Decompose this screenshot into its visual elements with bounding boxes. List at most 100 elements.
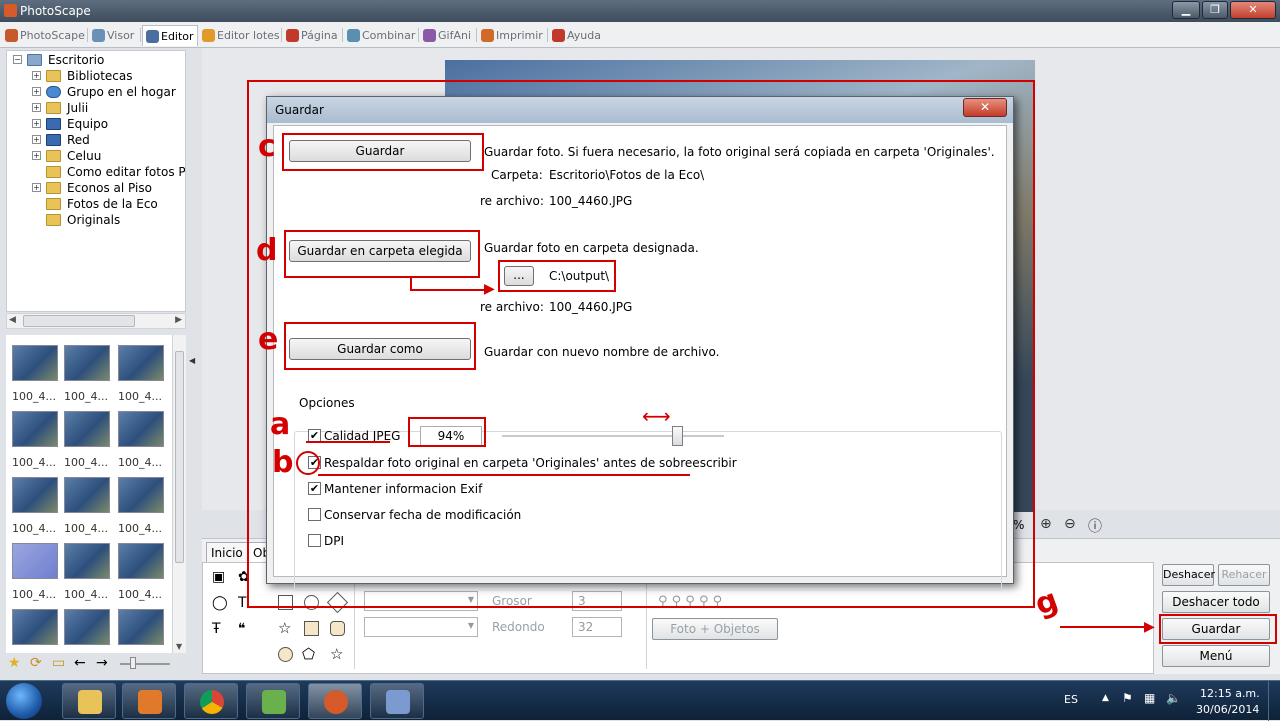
tree-item-grupo-hogar[interactable]: Grupo en el hogar	[67, 84, 176, 100]
forward-icon[interactable]: →	[96, 655, 108, 671]
volume-icon[interactable]: 🔈	[1166, 691, 1181, 705]
taskbar-app[interactable]	[246, 683, 300, 719]
taskbar-paint[interactable]	[370, 683, 424, 719]
rehacer-button[interactable]: Rehacer	[1218, 564, 1270, 586]
photo-thumbnail[interactable]	[64, 609, 110, 645]
close-window-button[interactable]: ✕	[1230, 1, 1276, 19]
scroll-right-icon[interactable]: ▶	[175, 315, 182, 325]
folder-tree[interactable]: − Escritorio + Bibliotecas + Grupo en el…	[6, 50, 186, 312]
folder-open-icon[interactable]: ▭	[52, 655, 65, 671]
photo-thumbnail[interactable]	[118, 477, 164, 513]
tree-item-julii[interactable]: Julii	[67, 100, 88, 116]
quote-tool-icon[interactable]: ❝	[238, 621, 246, 637]
tab-inicio[interactable]: Inicio	[206, 542, 248, 562]
slider-thumb[interactable]	[130, 657, 136, 669]
speech-bubble-icon[interactable]: ◯	[212, 595, 228, 611]
maximize-button[interactable]: ❐	[1202, 1, 1228, 19]
taskbar-media-player[interactable]	[122, 683, 176, 719]
thumbnail-size-slider[interactable]	[120, 663, 170, 665]
redondo-input[interactable]: 32	[572, 617, 622, 637]
tab-ayuda[interactable]: Ayuda	[549, 25, 604, 46]
tree-item-celuu[interactable]: Celuu	[67, 148, 101, 164]
tree-item-originals[interactable]: Originals	[67, 212, 120, 228]
zoom-in-icon[interactable]: ⊕	[1040, 516, 1052, 532]
taskbar-photoscape[interactable]	[308, 683, 362, 719]
tree-item-escritorio[interactable]: Escritorio	[48, 52, 104, 68]
photo-thumbnail[interactable]	[64, 477, 110, 513]
clock-date[interactable]: 30/06/2014	[1196, 703, 1259, 716]
scroll-thumb[interactable]	[175, 351, 184, 563]
system-tray: ES ▲ ⚑ ▦ 🔈 12:15 a.m. 30/06/2014	[1060, 681, 1280, 721]
tree-item-red[interactable]: Red	[67, 132, 90, 148]
photo-thumbnail[interactable]	[118, 543, 164, 579]
pentagon-shape-icon[interactable]: ⬠	[302, 645, 315, 663]
language-indicator[interactable]: ES	[1064, 693, 1078, 706]
star-icon[interactable]: ★	[8, 655, 21, 671]
tree-item-bibliotecas[interactable]: Bibliotecas	[67, 68, 132, 84]
photo-thumbnail[interactable]	[64, 345, 110, 381]
photo-thumbnail[interactable]	[12, 609, 58, 645]
scroll-left-icon[interactable]: ◀	[9, 315, 16, 325]
show-hidden-icons-icon[interactable]: ▲	[1102, 693, 1109, 703]
taskbar-explorer[interactable]	[62, 683, 116, 719]
show-desktop-button[interactable]	[1268, 681, 1280, 721]
expand-icon[interactable]: +	[32, 87, 41, 96]
collapse-panel-icon[interactable]: ◀	[189, 356, 195, 365]
zoom-out-icon[interactable]: ⊖	[1064, 516, 1076, 532]
expand-icon[interactable]: +	[32, 183, 41, 192]
collapse-icon[interactable]: −	[13, 55, 22, 64]
star-outline-icon[interactable]: ☆	[330, 645, 343, 663]
tree-item-como-editar[interactable]: Como editar fotos Pho	[67, 164, 185, 180]
photo-thumbnail[interactable]	[118, 345, 164, 381]
network-icon[interactable]: ▦	[1144, 691, 1155, 705]
photo-thumbnail[interactable]	[12, 543, 58, 579]
menu-button[interactable]: Menú	[1162, 645, 1270, 667]
tab-pagina[interactable]: Página	[283, 25, 341, 46]
expand-icon[interactable]: +	[32, 103, 41, 112]
info-icon[interactable]: ⓘ	[1088, 516, 1102, 536]
tab-combinar[interactable]: Combinar	[344, 25, 418, 46]
windows-start-icon[interactable]	[6, 683, 42, 719]
tab-imprimir[interactable]: Imprimir	[478, 25, 546, 46]
tree-item-econos[interactable]: Econos al Piso	[67, 180, 152, 196]
deshacer-todo-button[interactable]: Deshacer todo	[1162, 591, 1270, 613]
photo-thumbnail[interactable]	[118, 609, 164, 645]
square-fill-icon[interactable]	[304, 621, 319, 636]
minimize-button[interactable]: ▁	[1172, 1, 1200, 19]
tree-item-fotos-eco[interactable]: Fotos de la Eco	[67, 196, 158, 212]
tree-horizontal-scrollbar[interactable]: ◀ ▶	[6, 313, 186, 329]
photo-thumbnail[interactable]	[64, 411, 110, 447]
foto-objetos-button[interactable]: Foto + Objetos	[652, 618, 778, 640]
deshacer-button[interactable]: Deshacer	[1162, 564, 1215, 586]
photo-thumbnail[interactable]	[118, 411, 164, 447]
rounded-rect-icon[interactable]	[330, 621, 345, 636]
photo-thumbnail[interactable]	[64, 543, 110, 579]
tab-photoscape[interactable]: PhotoScape	[2, 25, 88, 46]
thumbnail-vertical-scrollbar[interactable]: ▼	[172, 335, 186, 653]
expand-icon[interactable]: +	[32, 71, 41, 80]
font-tool-icon[interactable]: Ŧ	[212, 621, 221, 637]
tree-item-equipo[interactable]: Equipo	[67, 116, 108, 132]
clock-time[interactable]: 12:15 a.m.	[1200, 687, 1260, 700]
corner-style-select[interactable]: ▼	[364, 617, 478, 637]
tab-visor[interactable]: Visor	[89, 25, 137, 46]
photo-thumbnail[interactable]	[12, 345, 58, 381]
photo-thumbnail[interactable]	[12, 411, 58, 447]
image-tool-icon[interactable]: ▣	[212, 569, 225, 585]
tab-editor-lotes[interactable]: Editor lotes	[199, 25, 283, 46]
ellipse-shape-icon[interactable]	[278, 647, 293, 662]
expand-icon[interactable]: +	[32, 119, 41, 128]
photo-thumbnail[interactable]	[12, 477, 58, 513]
tab-gifani[interactable]: GifAni	[420, 25, 474, 46]
scroll-thumb[interactable]	[23, 315, 135, 327]
expand-icon[interactable]: +	[32, 135, 41, 144]
back-icon[interactable]: ←	[74, 655, 86, 671]
flag-icon[interactable]: ⚑	[1122, 691, 1133, 705]
expand-icon[interactable]: +	[32, 151, 41, 160]
tab-editor[interactable]: Editor	[142, 25, 198, 46]
text-tool-icon[interactable]: T	[238, 595, 247, 611]
star-shape-icon[interactable]: ☆	[278, 619, 291, 637]
taskbar-chrome[interactable]	[184, 683, 238, 719]
refresh-icon[interactable]: ⟳	[30, 655, 42, 671]
scroll-down-icon[interactable]: ▼	[176, 642, 182, 651]
